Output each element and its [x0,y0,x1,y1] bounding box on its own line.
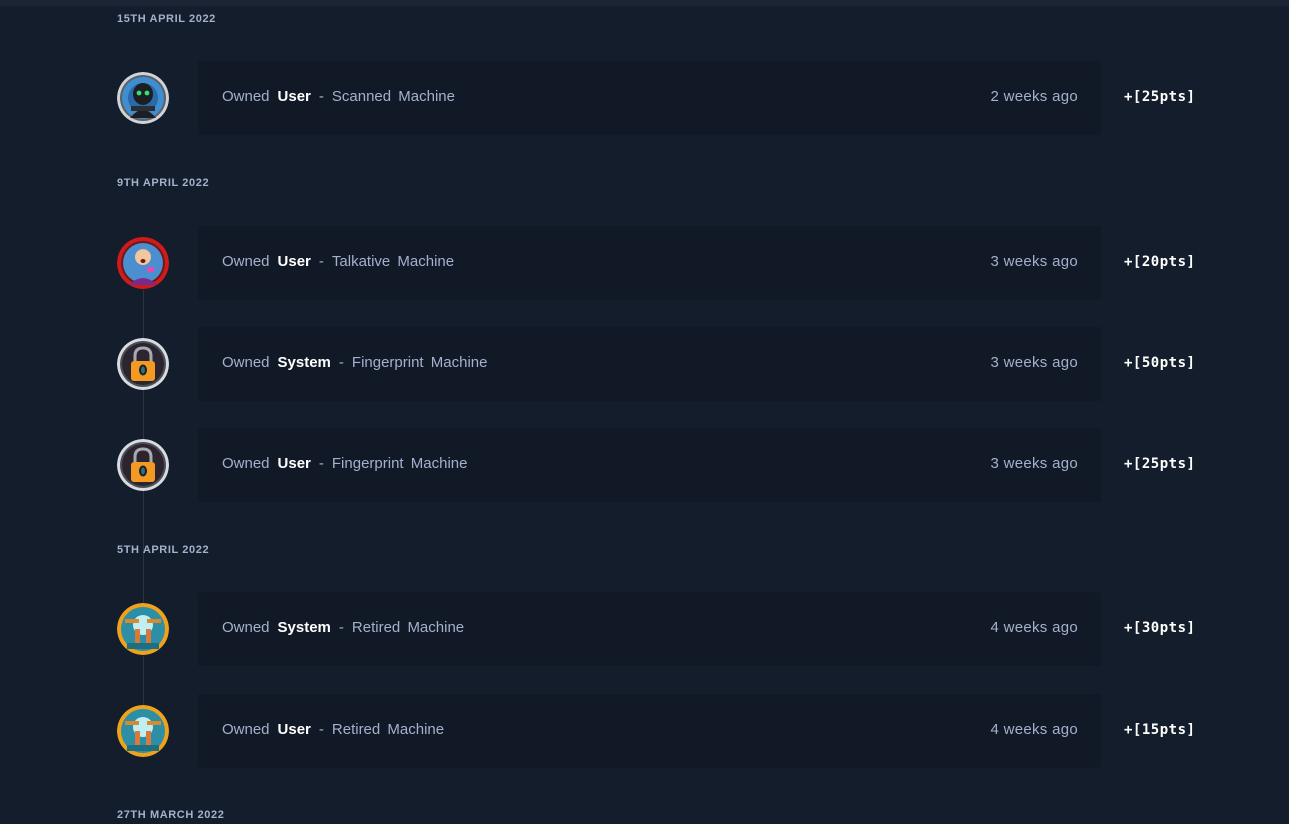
activity-own-type: User [277,253,311,270]
machine-name-link[interactable]: Scanned [332,88,391,105]
activity-suffix: Machine [430,354,488,371]
activity-separator: - [318,455,324,472]
activity-own-type: User [277,455,311,472]
padlock-machine-icon [117,338,169,390]
machine-name-link[interactable]: Fingerprint [352,354,424,371]
activity-points: +[50pts] [1124,355,1196,371]
activity-card: Owned System - Retired Machine 4 weeks ago [198,592,1101,666]
activity-action: Owned [222,354,270,371]
activity-points: +[25pts] [1124,456,1196,472]
activity-time: 4 weeks ago [990,721,1078,738]
activity-row: Owned System - Retired Machine 4 weeks ago … [117,592,1217,666]
activity-suffix: Machine [387,721,445,738]
activity-text: Owned User - Scanned Machine [222,61,455,135]
activity-points: +[20pts] [1124,254,1196,270]
machine-avatar[interactable] [117,603,169,655]
activity-text: Owned System - Retired Machine [222,592,464,666]
machine-name-link[interactable]: Retired [332,721,380,738]
activity-own-type: User [277,721,311,738]
activity-card: Owned System - Fingerprint Machine 3 weeks … [198,327,1101,401]
activity-action: Owned [222,253,270,270]
date-heading: 5TH APRIL 2022 [117,544,210,556]
retired-sunset-machine-icon [117,705,169,757]
activity-text: Owned User - Fingerprint Machine [222,428,467,502]
activity-separator: - [318,721,324,738]
activity-time: 3 weeks ago [990,455,1078,472]
machine-name-link[interactable]: Retired [352,619,400,636]
activity-suffix: Machine [397,253,455,270]
machine-avatar[interactable] [117,72,169,124]
activity-card: Owned User - Fingerprint Machine 3 weeks ag… [198,428,1101,502]
machine-name-link[interactable]: Fingerprint [332,455,404,472]
activity-text: Owned System - Fingerprint Machine [222,327,487,401]
top-header-strip [0,0,1289,6]
machine-avatar[interactable] [117,705,169,757]
activity-row: Owned User - Retired Machine 4 weeks ago +[… [117,694,1217,768]
activity-text: Owned User - Retired Machine [222,694,444,768]
activity-row: Owned System - Fingerprint Machine 3 weeks … [117,327,1217,401]
activity-own-type: System [277,619,331,636]
activity-suffix: Machine [398,88,455,105]
hooded-hacker-machine-icon [117,72,169,124]
talking-person-machine-icon [117,237,169,289]
activity-action: Owned [222,455,270,472]
activity-action: Owned [222,721,270,738]
activity-card: Owned User - Talkative Machine 3 weeks ago [198,226,1101,300]
date-heading: 27TH MARCH 2022 [117,809,225,821]
activity-separator: - [338,619,344,636]
activity-suffix: Machine [410,455,468,472]
activity-action: Owned [222,619,270,636]
activity-points: +[25pts] [1124,89,1196,105]
activity-card: Owned User - Retired Machine 4 weeks ago [198,694,1101,768]
activity-text: Owned User - Talkative Machine [222,226,454,300]
date-heading: 15TH APRIL 2022 [117,13,216,25]
activity-action: Owned [222,88,270,105]
activity-own-type: User [277,88,311,105]
activity-separator: - [318,88,324,105]
padlock-machine-icon [117,439,169,491]
activity-row: Owned User - Talkative Machine 3 weeks ago … [117,226,1217,300]
activity-time: 3 weeks ago [990,253,1078,270]
activity-time: 3 weeks ago [990,354,1078,371]
machine-avatar[interactable] [117,338,169,390]
activity-points: +[30pts] [1124,620,1196,636]
retired-sunset-machine-icon [117,603,169,655]
activity-time: 2 weeks ago [990,88,1078,105]
activity-time: 4 weeks ago [990,619,1078,636]
activity-separator: - [318,253,324,270]
date-heading: 9TH APRIL 2022 [117,177,210,189]
machine-name-link[interactable]: Talkative [332,253,390,270]
activity-card: Owned User - Scanned Machine 2 weeks ago [198,61,1101,135]
machine-avatar[interactable] [117,237,169,289]
activity-row: Owned User - Fingerprint Machine 3 weeks ag… [117,428,1217,502]
machine-avatar[interactable] [117,439,169,491]
activity-separator: - [338,354,344,371]
activity-own-type: System [277,354,331,371]
activity-points: +[15pts] [1124,722,1196,738]
activity-suffix: Machine [407,619,465,636]
activity-row: Owned User - Scanned Machine 2 weeks ago +[… [117,61,1217,135]
